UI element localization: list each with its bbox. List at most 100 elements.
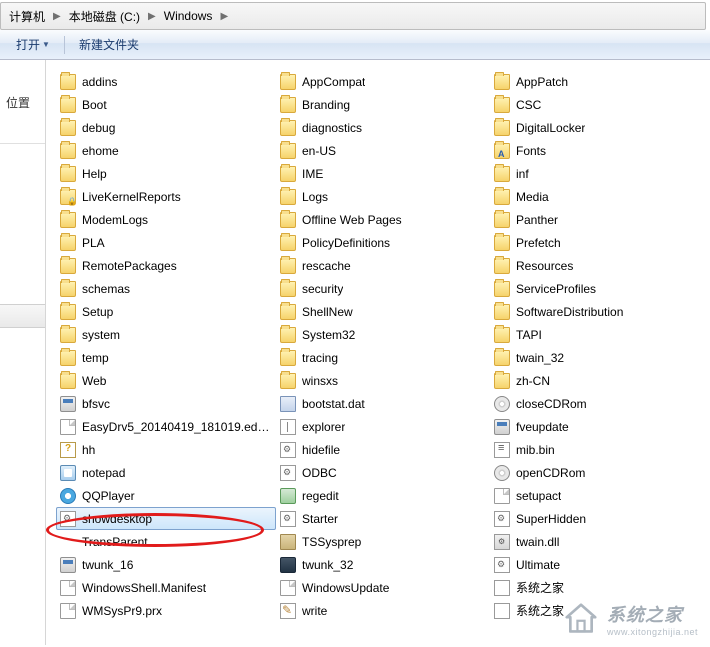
file-item[interactable]: debug <box>56 116 276 139</box>
file-item[interactable]: Help <box>56 162 276 185</box>
file-item[interactable]: schemas <box>56 277 276 300</box>
file-item[interactable]: openCDRom <box>490 461 704 484</box>
file-item[interactable]: ServiceProfiles <box>490 277 704 300</box>
file-item[interactable]: PLA <box>56 231 276 254</box>
file-item[interactable]: ehome <box>56 139 276 162</box>
breadcrumb-item[interactable]: 计算机 <box>3 3 51 29</box>
file-item[interactable]: fveupdate <box>490 415 704 438</box>
file-item[interactable]: winsxs <box>276 369 490 392</box>
file-item[interactable]: CSC <box>490 93 704 116</box>
file-item[interactable]: security <box>276 277 490 300</box>
file-label: AppCompat <box>302 75 365 89</box>
new-folder-button[interactable]: 新建文件夹 <box>71 33 147 56</box>
open-button[interactable]: 打开▼ <box>8 33 58 56</box>
file-label: Resources <box>516 259 573 273</box>
file-item[interactable]: Media <box>490 185 704 208</box>
file-item[interactable]: Setup <box>56 300 276 323</box>
file-item[interactable]: showdesktop <box>56 507 276 530</box>
breadcrumb-item[interactable]: 本地磁盘 (C:) <box>63 3 146 29</box>
file-item[interactable]: SoftwareDistribution <box>490 300 704 323</box>
breadcrumb: 计算机 ▶ 本地磁盘 (C:) ▶ Windows ▶ <box>0 2 706 30</box>
file-item[interactable]: bfsvc <box>56 392 276 415</box>
file-item[interactable]: 系统之家 <box>490 599 704 622</box>
chevron-right-icon[interactable]: ▶ <box>218 11 230 22</box>
file-label: ODBC <box>302 466 337 480</box>
file-item[interactable]: bootstat.dat <box>276 392 490 415</box>
file-item[interactable]: en-US <box>276 139 490 162</box>
file-item[interactable]: setupact <box>490 484 704 507</box>
file-item[interactable]: twunk_16 <box>56 553 276 576</box>
file-item[interactable]: write <box>276 599 490 622</box>
file-item[interactable]: closeCDRom <box>490 392 704 415</box>
file-item[interactable]: twunk_32 <box>276 553 490 576</box>
file-item[interactable]: Resources <box>490 254 704 277</box>
file-icon <box>60 580 76 596</box>
file-item[interactable]: Starter <box>276 507 490 530</box>
file-item[interactable]: ModemLogs <box>56 208 276 231</box>
file-item[interactable]: diagnostics <box>276 116 490 139</box>
file-item[interactable]: System32 <box>276 323 490 346</box>
file-item[interactable]: Prefetch <box>490 231 704 254</box>
folder-icon <box>494 189 510 205</box>
file-item[interactable]: ODBC <box>276 461 490 484</box>
file-item[interactable]: system <box>56 323 276 346</box>
file-label: SoftwareDistribution <box>516 305 623 319</box>
file-item[interactable]: DigitalLocker <box>490 116 704 139</box>
file-item[interactable]: EasyDrv5_20140419_181019.ed5l... <box>56 415 276 438</box>
breadcrumb-item[interactable]: Windows <box>158 3 219 29</box>
file-item[interactable]: Panther <box>490 208 704 231</box>
file-label: System32 <box>302 328 355 342</box>
file-item[interactable]: Web <box>56 369 276 392</box>
file-item[interactable]: regedit <box>276 484 490 507</box>
file-item[interactable]: explorer <box>276 415 490 438</box>
file-label: WindowsUpdate <box>302 581 389 595</box>
file-item[interactable]: QQPlayer <box>56 484 276 507</box>
file-icon <box>60 603 76 619</box>
cd-icon <box>494 465 510 481</box>
file-item[interactable]: ShellNew <box>276 300 490 323</box>
file-item[interactable]: AppCompat <box>276 70 490 93</box>
file-item[interactable]: Ultimate <box>490 553 704 576</box>
file-label: PLA <box>82 236 105 250</box>
file-item[interactable]: twain_32 <box>490 346 704 369</box>
file-item[interactable]: RemotePackages <box>56 254 276 277</box>
file-item[interactable]: AppPatch <box>490 70 704 93</box>
file-item[interactable]: rescache <box>276 254 490 277</box>
sidebar-section[interactable] <box>0 304 45 328</box>
file-item[interactable]: WindowsUpdate <box>276 576 490 599</box>
file-item[interactable]: WMSysPr9.prx <box>56 599 276 622</box>
file-item[interactable]: hidefile <box>276 438 490 461</box>
file-label: debug <box>82 121 115 135</box>
file-item[interactable]: Branding <box>276 93 490 116</box>
chevron-right-icon[interactable]: ▶ <box>146 11 158 22</box>
file-item[interactable]: TSSysprep <box>276 530 490 553</box>
file-item[interactable]: WindowsShell.Manifest <box>56 576 276 599</box>
file-label: ehome <box>82 144 119 158</box>
file-item[interactable]: Fonts <box>490 139 704 162</box>
file-item[interactable]: addins <box>56 70 276 93</box>
folder-icon <box>280 212 296 228</box>
file-item[interactable]: zh-CN <box>490 369 704 392</box>
file-item[interactable]: tracing <box>276 346 490 369</box>
file-item[interactable]: notepad <box>56 461 276 484</box>
chevron-right-icon[interactable]: ▶ <box>51 11 63 22</box>
sidebar-item[interactable]: 位置 <box>0 90 45 115</box>
file-item[interactable]: mib.bin <box>490 438 704 461</box>
file-item[interactable]: PolicyDefinitions <box>276 231 490 254</box>
file-item[interactable]: Offline Web Pages <box>276 208 490 231</box>
file-item[interactable]: twain.dll <box>490 530 704 553</box>
file-label: DigitalLocker <box>516 121 585 135</box>
file-item[interactable]: SuperHidden <box>490 507 704 530</box>
file-item[interactable]: IME <box>276 162 490 185</box>
file-item[interactable]: temp <box>56 346 276 369</box>
file-label: Setup <box>82 305 113 319</box>
file-item[interactable]: hh <box>56 438 276 461</box>
file-item[interactable]: TAPI <box>490 323 704 346</box>
file-label: ServiceProfiles <box>516 282 596 296</box>
file-item[interactable]: Logs <box>276 185 490 208</box>
file-item[interactable]: Boot <box>56 93 276 116</box>
file-item[interactable]: TransParent <box>56 530 276 553</box>
file-item[interactable]: inf <box>490 162 704 185</box>
file-item[interactable]: 系统之家 <box>490 576 704 599</box>
file-item[interactable]: LiveKernelReports <box>56 185 276 208</box>
